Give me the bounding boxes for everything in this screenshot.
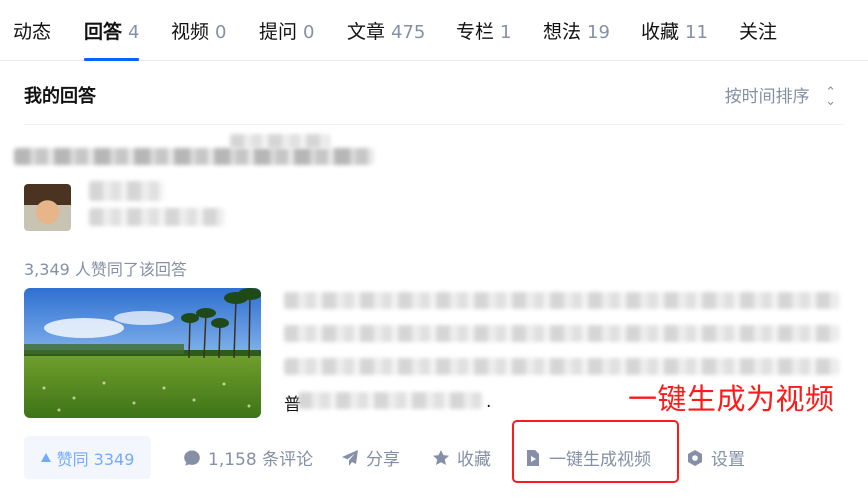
sort-chevron-icon: ⌃ ⌄ — [825, 85, 836, 109]
tab-count: 19 — [587, 22, 610, 43]
tab-label: 动态 — [13, 21, 52, 43]
author-name-redacted[interactable] — [89, 181, 164, 201]
answer-excerpt-redacted — [284, 358, 839, 375]
section-title: 我的回答 — [24, 86, 96, 107]
tab-articles[interactable]: 文章 475 — [347, 17, 425, 61]
answer-excerpt-redacted — [284, 325, 839, 342]
paper-plane-icon — [341, 449, 359, 467]
tab-label: 专栏 — [456, 21, 495, 43]
settings-button[interactable]: 设置 — [686, 436, 745, 479]
gear-icon — [686, 449, 704, 467]
tab-label: 关注 — [739, 21, 778, 43]
comment-bubble-icon — [183, 449, 201, 467]
tab-thoughts[interactable]: 想法 19 — [543, 17, 610, 61]
favorite-label: 收藏 — [457, 450, 491, 470]
upvote-summary: 3,349 人赞同了该回答 — [24, 260, 187, 279]
answer-action-bar: 赞同 3349 1,158 条评论 分享 收藏 一键生成视频 设置 — [0, 436, 868, 480]
comments-button[interactable]: 1,158 条评论 — [183, 436, 313, 479]
answer-thumbnail[interactable] — [24, 288, 261, 418]
annotation-highlight-box — [512, 420, 679, 483]
tab-questions[interactable]: 提问 0 — [259, 17, 314, 61]
tab-collections[interactable]: 收藏 11 — [641, 17, 708, 61]
tab-label: 想法 — [543, 21, 582, 43]
tab-following[interactable]: 关注 — [739, 17, 777, 61]
tab-columns[interactable]: 专栏 1 — [456, 17, 511, 61]
sort-dropdown[interactable]: 按时间排序 ⌃ ⌄ — [724, 82, 836, 109]
upvote-button[interactable]: 赞同 3349 — [24, 436, 151, 479]
annotation-label: 一键生成为视频 — [628, 382, 835, 416]
author-avatar[interactable] — [24, 184, 71, 231]
tab-label: 提问 — [259, 21, 298, 43]
upvote-triangle-icon — [40, 453, 51, 462]
landscape-image — [24, 288, 261, 418]
share-button[interactable]: 分享 — [341, 436, 400, 479]
tab-count: 475 — [391, 22, 426, 43]
tab-label: 收藏 — [641, 21, 680, 43]
answer-excerpt-end: . — [486, 392, 492, 412]
favorite-button[interactable]: 收藏 — [432, 436, 491, 479]
share-label: 分享 — [366, 450, 400, 470]
tab-label: 回答 — [84, 21, 123, 43]
author-bio-redacted — [89, 208, 224, 226]
profile-tab-bar: 动态 回答 4 视频 0 提问 0 文章 475 专栏 1 想法 19 收藏 11 关注 — [0, 0, 868, 61]
tab-videos[interactable]: 视频 0 — [171, 17, 226, 61]
tab-count: 4 — [128, 22, 140, 43]
answer-excerpt-redacted — [298, 392, 482, 409]
star-icon — [432, 449, 450, 467]
tab-label: 文章 — [347, 21, 386, 43]
settings-label: 设置 — [711, 450, 745, 470]
answer-title-redacted-fragment — [230, 134, 330, 148]
tab-answers[interactable]: 回答 4 — [84, 17, 140, 61]
sort-label: 按时间排序 — [724, 87, 810, 107]
answer-excerpt-redacted[interactable] — [284, 292, 839, 309]
tab-count: 0 — [215, 22, 227, 43]
answer-title-redacted[interactable] — [14, 148, 374, 165]
tab-count: 11 — [685, 22, 708, 43]
tab-count: 0 — [303, 22, 315, 43]
tab-label: 视频 — [171, 21, 210, 43]
upvote-label: 赞同 3349 — [56, 449, 135, 469]
comments-label: 1,158 条评论 — [208, 450, 314, 470]
tab-count: 1 — [500, 22, 512, 43]
section-divider — [24, 124, 844, 125]
tab-activity[interactable]: 动态 — [13, 17, 51, 61]
